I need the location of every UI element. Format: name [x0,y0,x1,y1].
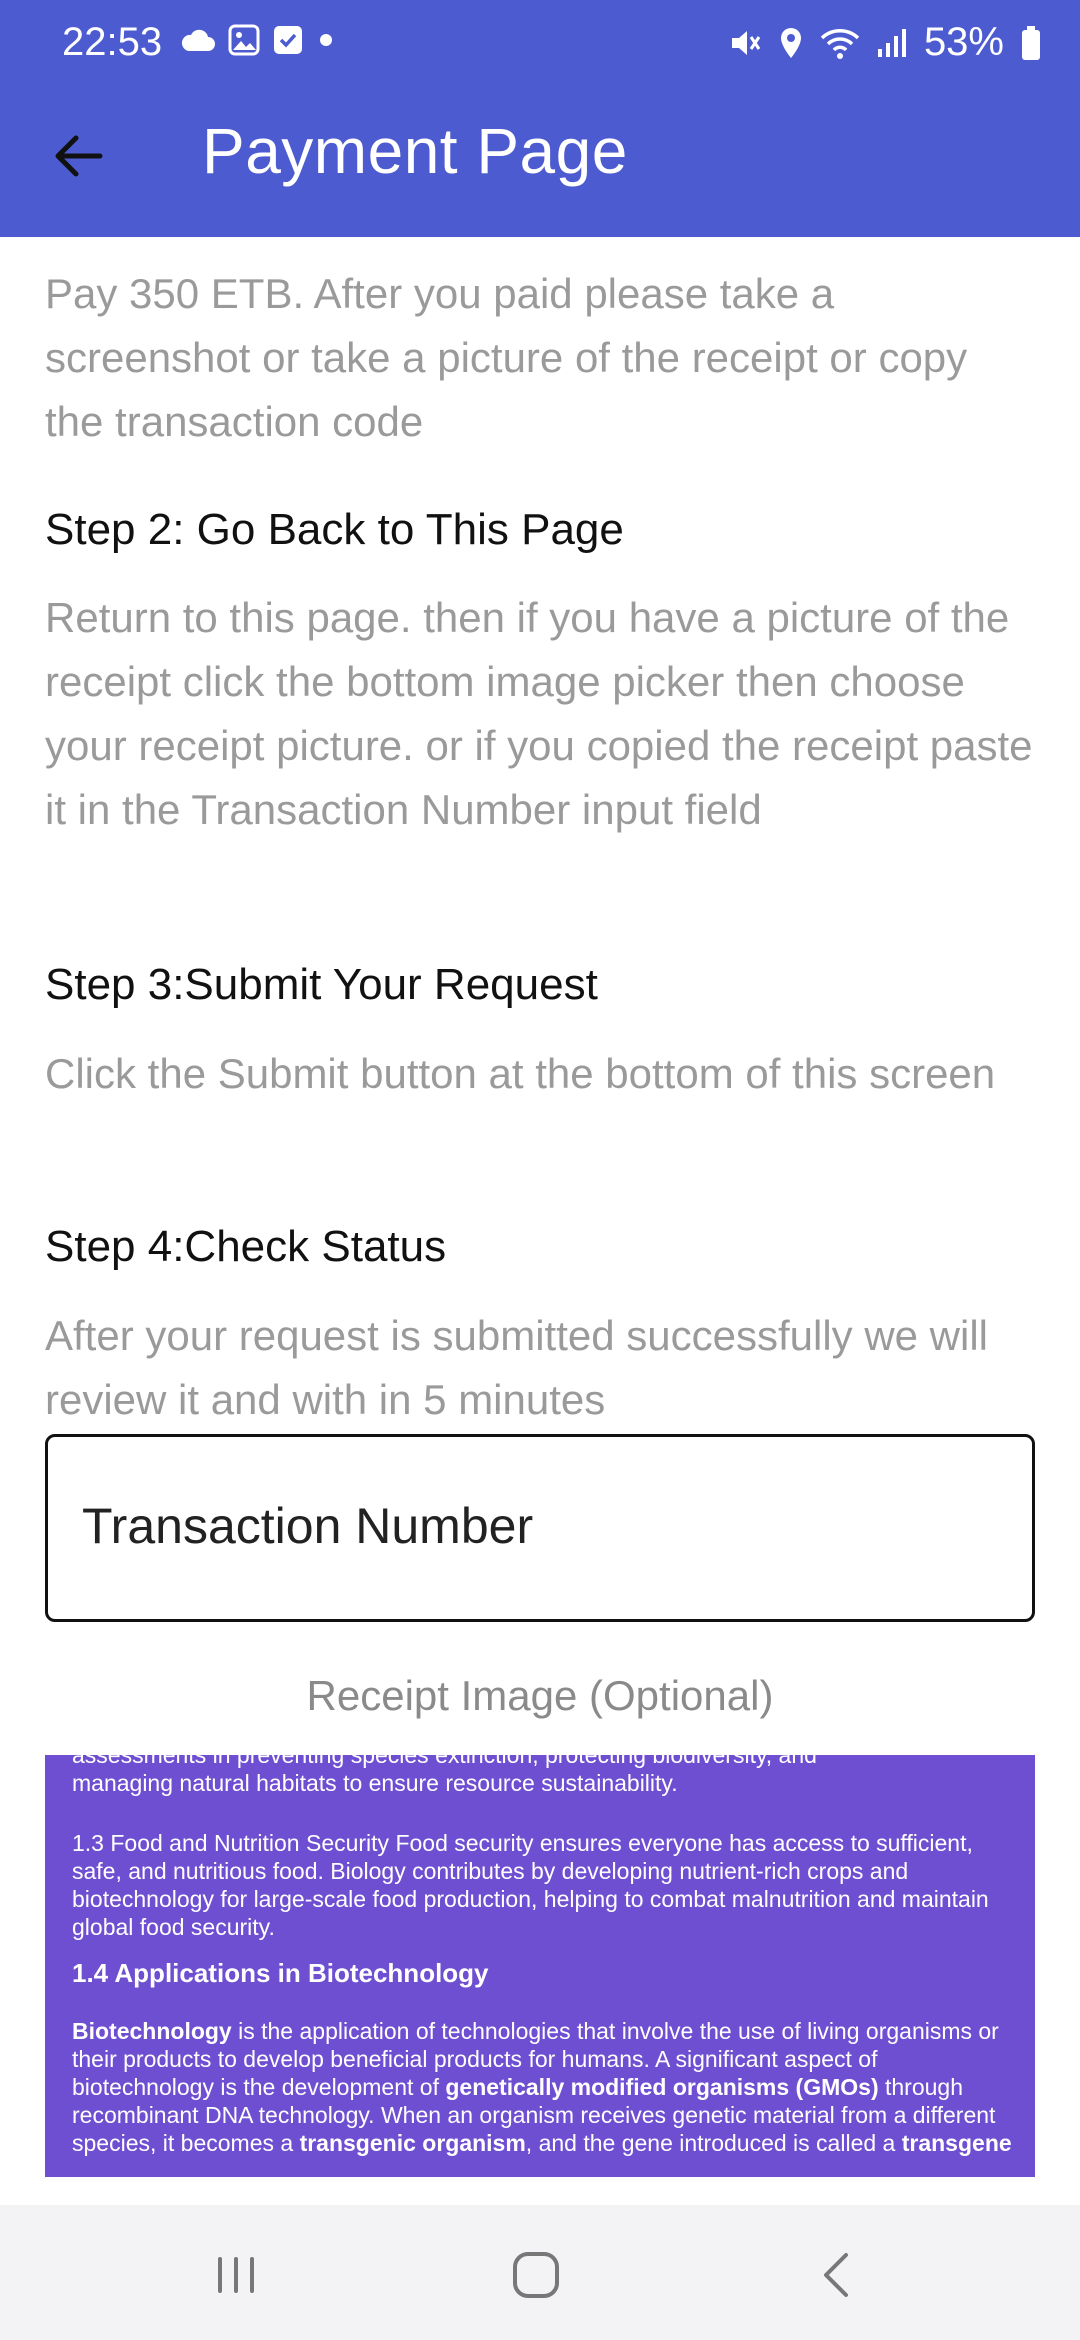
checkbox-icon [274,26,302,54]
home-icon[interactable] [506,2245,566,2305]
status-time: 22:53 [62,20,163,64]
image-icon [228,24,260,56]
mute-icon [731,30,761,55]
system-nav-bar [0,2205,1080,2340]
arrow-left-icon[interactable] [50,128,106,184]
receipt-term-transgene: transgene [901,2130,1012,2156]
step-3-title: Step 3:Submit Your Request [45,960,598,1009]
receipt-text-top-partial: assessments in preventing species extinc… [72,1755,817,1768]
receipt-text-top: assessments in preventing species extinc… [72,1755,1008,1797]
transaction-number-field[interactable]: Transaction Number [45,1434,1035,1622]
battery-icon [1022,25,1040,60]
receipt-text-heading: 1.4 Applications in Biotechnology [72,1958,489,1988]
status-left-icons [180,24,336,56]
cloud-icon [181,29,215,51]
receipt-image-label: Receipt Image (Optional) [306,1672,774,1719]
battery-percent: 53% [923,20,1004,64]
signal-icon [877,28,906,57]
page-title: Payment Page [202,115,628,187]
receipt-image-picker[interactable]: assessments in preventing species extinc… [45,1755,1035,2177]
receipt-term-transgenic: transgenic organism [299,2130,526,2156]
receipt-text-biotech: Biotechnology is the application of tech… [72,2017,1012,2157]
receipt-term-gmo: genetically modified organisms (GMOs) [445,2074,879,2100]
app-bar: 22:53 53% Payment Page [0,0,1080,237]
dot-icon [320,34,332,46]
transaction-number-label: Transaction Number [82,1498,534,1554]
receipt-text-food-security: 1.3 Food and Nutrition Security Food sec… [72,1830,989,1940]
receipt-text-top-line: managing natural habitats to ensure reso… [72,1770,678,1796]
wifi-icon [820,28,860,59]
status-bar: 22:53 53% [0,0,1080,90]
back-icon[interactable] [808,2245,868,2305]
step-4-title: Step 4:Check Status [45,1222,447,1271]
receipt-biotech-body-3: , and the gene introduced is called a [525,2130,902,2156]
step-3-body: Click the Submit button at the bottom of… [45,1050,996,1097]
receipt-term-biotechnology: Biotechnology [72,2018,232,2044]
location-icon [780,27,801,58]
step-2-title: Step 2: Go Back to This Page [45,505,624,554]
status-right: 53% [728,20,1042,65]
step-2-body: Return to this page. then if you have a … [45,594,1033,833]
step-4-body: After your request is submitted successf… [45,1312,989,1423]
intro-text: Pay 350 ETB. After you paid please take … [45,270,968,445]
recent-apps-icon[interactable] [206,2245,266,2305]
